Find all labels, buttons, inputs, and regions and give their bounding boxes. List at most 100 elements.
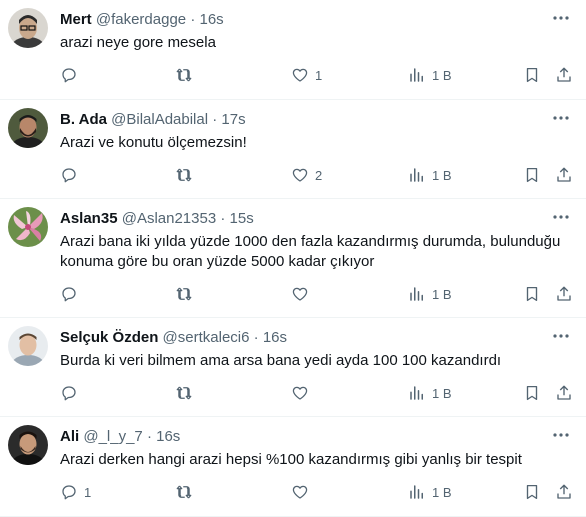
timestamp[interactable]: 17s: [221, 111, 245, 128]
tweet[interactable]: B. Ada @BilalAdabilal · 17s Arazi ve kon…: [0, 100, 586, 199]
timestamp[interactable]: 15s: [230, 210, 254, 227]
share-icon: [555, 285, 573, 303]
tweet-text: Arazi derken hangi arazi hepsi %100 kaza…: [60, 451, 522, 468]
bookmark-button[interactable]: [523, 282, 541, 306]
views-button[interactable]: 1 B: [408, 282, 452, 306]
like-button[interactable]: 2: [291, 163, 322, 187]
share-button[interactable]: [555, 381, 573, 405]
timestamp[interactable]: 16s: [263, 329, 287, 346]
bookmark-button[interactable]: [523, 480, 541, 504]
like-icon: [291, 384, 309, 402]
retweet-button[interactable]: [175, 480, 193, 504]
reply-icon: [60, 66, 78, 84]
separator: ·: [253, 329, 259, 346]
reply-button[interactable]: 1: [60, 480, 91, 504]
reply-button[interactable]: [60, 63, 84, 87]
view-count: 1 B: [432, 67, 452, 83]
view-count: 1 B: [432, 167, 452, 183]
tweet[interactable]: Ali @_l_y_7 · 16s Arazi derken hangi ara…: [0, 417, 586, 517]
views-icon: [408, 166, 426, 184]
separator: ·: [220, 210, 226, 227]
share-icon: [555, 66, 573, 84]
tweet-header: B. Ada @BilalAdabilal · 17s: [60, 110, 246, 130]
share-button[interactable]: [555, 63, 573, 87]
retweet-button[interactable]: [175, 282, 193, 306]
retweet-icon: [175, 483, 193, 501]
reply-icon: [60, 384, 78, 402]
action-bar: 1 1 B: [60, 63, 580, 87]
avatar[interactable]: [8, 425, 48, 465]
more-icon[interactable]: [550, 207, 572, 227]
retweet-button[interactable]: [175, 163, 193, 187]
user-handle[interactable]: @sertkaleci6: [163, 329, 250, 346]
share-icon: [555, 483, 573, 501]
like-button[interactable]: [291, 480, 315, 504]
user-name[interactable]: B. Ada: [60, 111, 107, 128]
avatar[interactable]: [8, 207, 48, 247]
reply-button[interactable]: [60, 282, 84, 306]
tweet[interactable]: Aslan35 @Aslan21353 · 15s Arazi bana iki…: [0, 199, 586, 318]
retweet-icon: [175, 66, 193, 84]
bookmark-icon: [523, 66, 541, 84]
like-button[interactable]: 1: [291, 63, 322, 87]
view-count: 1 B: [432, 484, 452, 500]
retweet-icon: [175, 384, 193, 402]
views-button[interactable]: 1 B: [408, 480, 452, 504]
bookmark-icon: [523, 166, 541, 184]
share-button[interactable]: [555, 282, 573, 306]
tweet-text: Arazi ve konutu ölçemezsin!: [60, 134, 247, 151]
more-icon[interactable]: [550, 108, 572, 128]
like-icon: [291, 66, 309, 84]
user-name[interactable]: Ali: [60, 428, 79, 445]
user-name[interactable]: Selçuk Özden: [60, 329, 158, 346]
views-button[interactable]: 1 B: [408, 63, 452, 87]
views-button[interactable]: 1 B: [408, 381, 452, 405]
tweet-header: Ali @_l_y_7 · 16s: [60, 427, 180, 447]
user-handle[interactable]: @BilalAdabilal: [111, 111, 208, 128]
more-icon[interactable]: [550, 326, 572, 346]
tweet-text: Arazi bana iki yılda yüzde 1000 den fazl…: [60, 233, 561, 270]
bookmark-button[interactable]: [523, 63, 541, 87]
like-icon: [291, 166, 309, 184]
avatar[interactable]: [8, 108, 48, 148]
like-button[interactable]: [291, 381, 315, 405]
user-handle[interactable]: @fakerdagge: [96, 11, 186, 28]
user-handle[interactable]: @_l_y_7: [83, 428, 142, 445]
more-icon[interactable]: [550, 8, 572, 28]
avatar[interactable]: [8, 8, 48, 48]
action-bar: 1 B: [60, 282, 580, 306]
view-count: 1 B: [432, 385, 452, 401]
views-icon: [408, 66, 426, 84]
separator: ·: [212, 111, 218, 128]
reply-button[interactable]: [60, 381, 84, 405]
tweet[interactable]: Mert @fakerdagge · 16s arazi neye gore m…: [0, 0, 586, 100]
views-button[interactable]: 1 B: [408, 163, 452, 187]
retweet-button[interactable]: [175, 63, 193, 87]
tweet[interactable]: Selçuk Özden @sertkaleci6 · 16s Burda ki…: [0, 318, 586, 417]
reply-icon: [60, 166, 78, 184]
views-icon: [408, 483, 426, 501]
more-icon[interactable]: [550, 425, 572, 445]
like-icon: [291, 285, 309, 303]
user-name[interactable]: Aslan35: [60, 210, 118, 227]
timestamp[interactable]: 16s: [199, 11, 223, 28]
like-button[interactable]: [291, 282, 315, 306]
share-button[interactable]: [555, 163, 573, 187]
tweet-header: Aslan35 @Aslan21353 · 15s: [60, 209, 254, 229]
like-icon: [291, 483, 309, 501]
share-button[interactable]: [555, 480, 573, 504]
like-count: 2: [315, 167, 323, 183]
timestamp[interactable]: 16s: [156, 428, 180, 445]
avatar[interactable]: [8, 326, 48, 366]
separator: ·: [190, 11, 196, 28]
user-name[interactable]: Mert: [60, 11, 92, 28]
reply-button[interactable]: [60, 163, 84, 187]
reply-icon: [60, 285, 78, 303]
bookmark-button[interactable]: [523, 163, 541, 187]
retweet-icon: [175, 166, 193, 184]
retweet-button[interactable]: [175, 381, 193, 405]
action-bar: 1 B: [60, 381, 580, 405]
bookmark-button[interactable]: [523, 381, 541, 405]
user-handle[interactable]: @Aslan21353: [122, 210, 216, 227]
bookmark-icon: [523, 285, 541, 303]
